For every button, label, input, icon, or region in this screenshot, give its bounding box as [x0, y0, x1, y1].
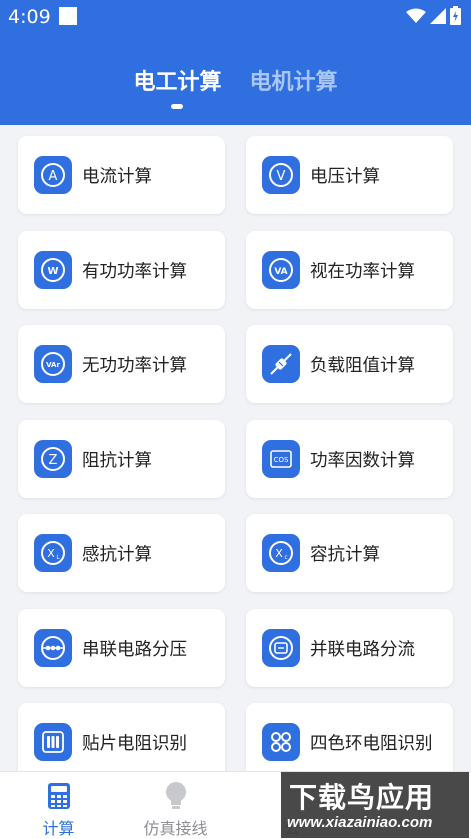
svg-text:A: A	[49, 169, 58, 184]
notification-icon	[59, 7, 77, 25]
cos-icon: COS	[262, 440, 300, 478]
signal-icon	[430, 7, 446, 24]
resistor-icon	[262, 345, 300, 383]
card-smd-resistor[interactable]: 贴片电阻识别	[18, 703, 225, 771]
tab-electrician-calc[interactable]: 电工计算	[133, 64, 221, 96]
smd-resistor-icon	[34, 723, 72, 761]
nav-calculate[interactable]: 计算	[0, 772, 117, 839]
app-header: 4:09 电工计算 电机计算	[0, 0, 471, 125]
card-label: 感抗计算	[82, 544, 152, 565]
card-label: 四色环电阻识别	[310, 733, 433, 754]
svg-text:V: V	[277, 169, 286, 184]
card-active-power[interactable]: W 有功功率计算	[18, 231, 225, 309]
svg-text:VA: VA	[274, 267, 287, 277]
inductive-reactance-icon: XL	[34, 534, 72, 572]
nav-label: 计算	[42, 819, 75, 838]
tab-motor-calc[interactable]: 电机计算	[250, 64, 338, 96]
svg-text:L: L	[56, 554, 60, 561]
svg-text:X: X	[47, 547, 55, 560]
status-icons	[406, 6, 461, 25]
card-label: 电流计算	[82, 166, 152, 187]
nav-simulation-wiring[interactable]: 仿真接线	[117, 772, 234, 839]
svg-text:VAr: VAr	[46, 361, 60, 369]
card-label: 功率因数计算	[310, 450, 415, 471]
ammeter-A-icon: A	[34, 156, 72, 194]
calculator-grid: A 电流计算 V 电压计算 W 有功功率计算 VA 视在功率计算 VAr 无功功…	[0, 125, 471, 771]
card-power-factor[interactable]: COS 功率因数计算	[246, 420, 453, 498]
nav-label: 仿真接线	[143, 819, 208, 838]
battery-icon	[450, 6, 461, 25]
parallel-circuit-icon	[262, 629, 300, 667]
svg-text:X: X	[275, 547, 283, 560]
svg-text:Z: Z	[49, 453, 58, 468]
svg-text:W: W	[47, 266, 58, 277]
series-circuit-icon	[34, 629, 72, 667]
card-load-resistance[interactable]: 负载阻值计算	[246, 325, 453, 403]
va-icon: VA	[262, 251, 300, 289]
card-label: 电压计算	[310, 166, 380, 187]
impedance-Z-icon: Z	[34, 440, 72, 478]
card-label: 负载阻值计算	[310, 355, 415, 376]
status-bar: 4:09	[0, 0, 471, 34]
card-series-divider[interactable]: 串联电路分压	[18, 609, 225, 687]
watermark: 下载鸟应用 www.xiazainiao.com	[281, 772, 469, 838]
card-label: 视在功率计算	[310, 261, 415, 282]
top-tabs: 电工计算 电机计算	[0, 64, 471, 96]
card-label: 贴片电阻识别	[82, 733, 187, 754]
card-capacitive-reactance[interactable]: Xc 容抗计算	[246, 514, 453, 592]
var-icon: VAr	[34, 345, 72, 383]
status-time: 4:09	[8, 6, 51, 28]
card-label: 并联电路分流	[310, 639, 415, 660]
lightbulb-icon	[161, 781, 191, 811]
card-label: 容抗计算	[310, 544, 380, 565]
card-impedance[interactable]: Z 阻抗计算	[18, 420, 225, 498]
capacitive-reactance-icon: Xc	[262, 534, 300, 572]
watt-W-icon: W	[34, 251, 72, 289]
card-reactive-power[interactable]: VAr 无功功率计算	[18, 325, 225, 403]
voltmeter-V-icon: V	[262, 156, 300, 194]
card-label: 无功功率计算	[82, 355, 187, 376]
watermark-title: 下载鸟应用	[289, 781, 435, 814]
card-voltage[interactable]: V 电压计算	[246, 136, 453, 214]
card-inductive-reactance[interactable]: XL 感抗计算	[18, 514, 225, 592]
card-color-ring-resistor[interactable]: 四色环电阻识别	[246, 703, 453, 771]
card-parallel-divider[interactable]: 并联电路分流	[246, 609, 453, 687]
svg-text:COS: COS	[274, 456, 289, 464]
card-label: 串联电路分压	[82, 639, 187, 660]
wifi-icon	[406, 8, 426, 23]
card-label: 阻抗计算	[82, 450, 152, 471]
tab-indicator	[171, 104, 183, 109]
color-ring-icon	[262, 723, 300, 761]
card-label: 有功功率计算	[82, 261, 187, 282]
calculator-icon	[44, 781, 74, 811]
svg-text:c: c	[284, 554, 287, 561]
watermark-url: www.xiazainiao.com	[287, 814, 433, 831]
card-apparent-power[interactable]: VA 视在功率计算	[246, 231, 453, 309]
card-current[interactable]: A 电流计算	[18, 136, 225, 214]
